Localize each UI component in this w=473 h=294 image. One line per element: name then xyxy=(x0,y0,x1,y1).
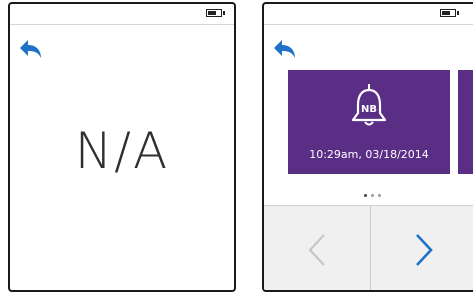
back-arrow-icon xyxy=(274,40,295,58)
back-button[interactable] xyxy=(18,38,44,60)
device-screen-right: NB 10:29am, 03/18/2014 xyxy=(262,2,473,292)
page-dot xyxy=(377,194,381,197)
next-notification-card-peek[interactable] xyxy=(458,70,473,174)
notification-card[interactable]: NB 10:29am, 03/18/2014 xyxy=(288,70,450,174)
status-bar xyxy=(10,4,234,25)
not-available-text: N/A xyxy=(74,122,170,180)
page-dot xyxy=(370,194,374,197)
navigation-bar xyxy=(264,205,473,290)
chevron-right-icon xyxy=(416,234,433,266)
page-indicator xyxy=(264,185,473,197)
bell-badge-text: NB xyxy=(361,104,377,115)
device-screen-left: N/A xyxy=(8,2,236,292)
previous-button[interactable] xyxy=(264,206,369,290)
bell-icon: NB xyxy=(351,84,387,126)
page-dot xyxy=(363,194,367,197)
battery-icon xyxy=(206,9,225,17)
next-button[interactable] xyxy=(371,206,473,290)
chevron-left-icon xyxy=(308,234,325,266)
notification-timestamp: 10:29am, 03/18/2014 xyxy=(309,148,429,161)
status-bar xyxy=(264,4,473,25)
back-arrow-icon xyxy=(20,40,41,58)
battery-icon xyxy=(440,9,459,17)
back-button[interactable] xyxy=(272,38,298,60)
